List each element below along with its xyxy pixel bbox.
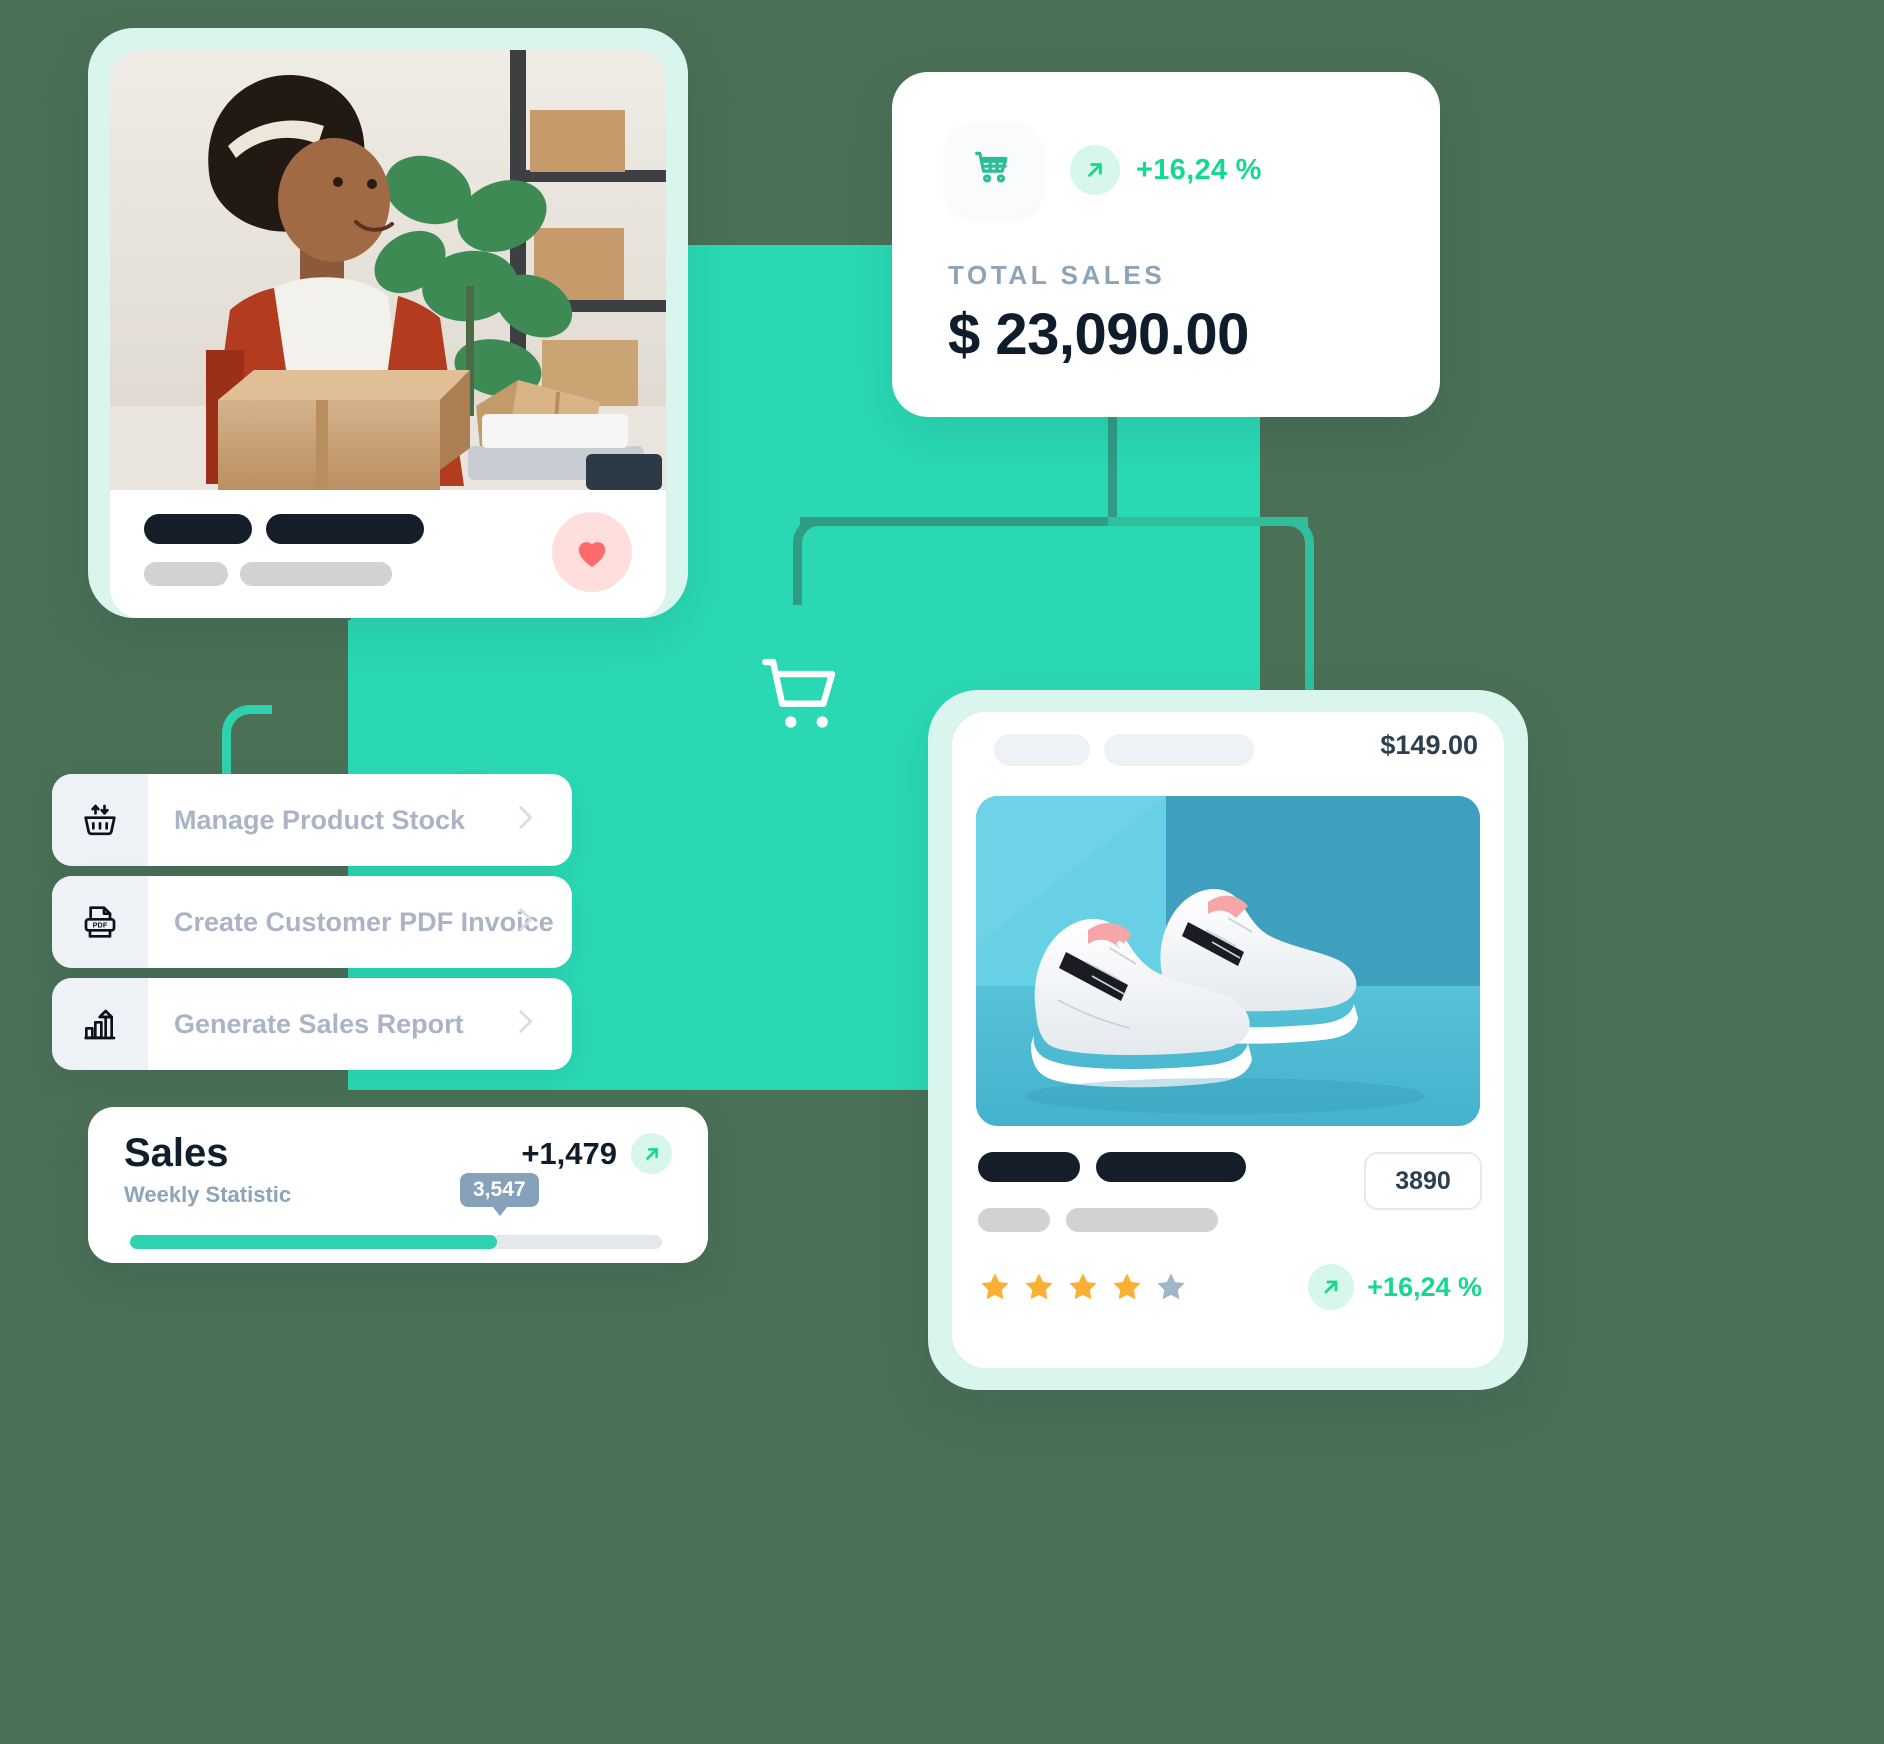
sales-progress-bar[interactable] <box>130 1235 662 1249</box>
action-create-customer-pdf-invoice[interactable]: PDF Create Customer PDF Invoice <box>52 876 572 968</box>
title-placeholder-1 <box>144 514 252 544</box>
rating-stars[interactable] <box>978 1270 1188 1304</box>
bar-chart-up-icon <box>52 978 148 1070</box>
action-label: Generate Sales Report <box>174 1008 464 1039</box>
star-filled-icon[interactable] <box>1022 1270 1056 1304</box>
product-trend-percent: +16,24 % <box>1367 1271 1482 1302</box>
connector-line-top-vertical <box>1108 413 1117 523</box>
total-sales-trend-badge: +16,24 % <box>1070 145 1262 195</box>
product-rating-row: +16,24 % <box>978 1264 1482 1310</box>
total-sales-header: +16,24 % <box>948 124 1384 216</box>
connector-line-top-horizontal <box>800 517 1117 526</box>
action-label: Manage Product Stock <box>174 804 466 835</box>
svg-text:PDF: PDF <box>93 921 108 930</box>
sales-card-titles: Sales Weekly Statistic <box>124 1133 291 1208</box>
product-sub-placeholder-2 <box>1066 1208 1218 1232</box>
chevron-right-icon <box>508 903 542 942</box>
white-sneakers-photo <box>976 796 1480 1126</box>
illustration-canvas: +16,24 % TOTAL SALES $ 23,090.00 Manage … <box>0 0 1884 1744</box>
action-generate-sales-report[interactable]: Generate Sales Report <box>52 978 572 1070</box>
star-empty-icon[interactable] <box>1154 1270 1188 1304</box>
subtitle-placeholder-2 <box>240 562 392 586</box>
star-filled-icon[interactable] <box>1066 1270 1100 1304</box>
product-quantity-badge[interactable]: 3890 <box>1364 1152 1482 1210</box>
sales-delta-badge: +1,479 <box>521 1133 672 1174</box>
action-label: Create Customer PDF Invoice <box>174 906 554 937</box>
product-title-placeholder-1 <box>978 1152 1080 1182</box>
product-card-footer <box>110 490 666 618</box>
product-detail-card-content: $149.00 3890 +16,24 % <box>952 712 1504 1368</box>
product-price: $149.00 <box>1380 730 1478 760</box>
shopping-cart-icon <box>948 124 1040 216</box>
product-trend-badge: +16,24 % <box>1308 1264 1482 1310</box>
chevron-right-icon <box>508 801 542 840</box>
arrow-up-right-icon <box>1070 145 1120 195</box>
sales-weekly-statistic-card: Sales Weekly Statistic +1,479 3,547 <box>88 1107 708 1263</box>
product-sub-placeholder-1 <box>978 1208 1050 1232</box>
page-title: Sales <box>124 1131 229 1175</box>
product-title-placeholder-2 <box>1096 1152 1246 1182</box>
total-sales-value: $ 23,090.00 <box>948 302 1249 367</box>
heart-icon[interactable] <box>552 512 632 592</box>
title-placeholder-2 <box>266 514 424 544</box>
woman-packing-parcel-photo <box>110 50 666 490</box>
subtitle-placeholder-1 <box>144 562 228 586</box>
total-sales-trend-percent: +16,24 % <box>1136 153 1262 186</box>
arrow-up-right-icon <box>1308 1264 1355 1310</box>
chevron-right-icon <box>508 1005 542 1044</box>
header-placeholder-2 <box>1104 734 1254 766</box>
shopping-cart-icon <box>757 650 847 750</box>
product-detail-header: $149.00 <box>952 712 1504 782</box>
sales-card-header: Sales Weekly Statistic +1,479 <box>124 1133 672 1208</box>
basket-stock-icon <box>52 774 148 866</box>
header-placeholder-1 <box>994 734 1090 766</box>
product-person-card-content <box>88 28 688 618</box>
total-sales-label: TOTAL SALES <box>948 260 1166 290</box>
progress-tooltip: 3,547 <box>460 1173 539 1216</box>
sales-delta-value: +1,479 <box>521 1135 617 1171</box>
sales-card-subtitle: Weekly Statistic <box>124 1182 292 1207</box>
quick-actions-list: Manage Product Stock PDF Create Customer… <box>52 774 572 1080</box>
arrow-up-right-icon <box>631 1133 672 1174</box>
total-sales-card: +16,24 % TOTAL SALES $ 23,090.00 <box>892 72 1440 417</box>
star-filled-icon[interactable] <box>978 1270 1012 1304</box>
pdf-file-icon: PDF <box>52 876 148 968</box>
star-filled-icon[interactable] <box>1110 1270 1144 1304</box>
sales-progress-fill <box>130 1235 498 1249</box>
connector-line-left-vertical <box>793 560 802 605</box>
action-manage-product-stock[interactable]: Manage Product Stock <box>52 774 572 866</box>
